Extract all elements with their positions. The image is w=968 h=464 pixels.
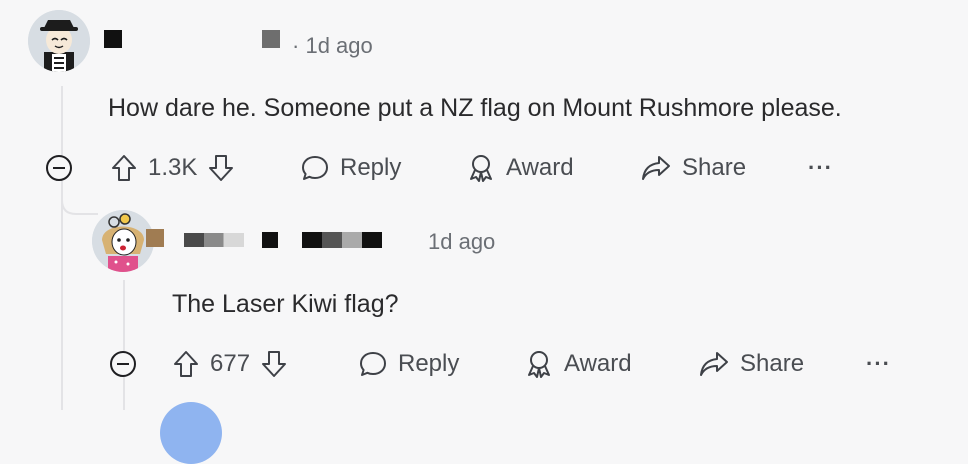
comment-body: The Laser Kiwi flag? [172, 290, 399, 318]
reply-label: Reply [398, 350, 460, 377]
vote-group: 1.3K [110, 152, 235, 184]
vote-count: 1.3K [148, 154, 198, 181]
timestamp: · 1d ago [292, 33, 373, 58]
share-label: Share [682, 154, 747, 181]
share-arrow-icon [698, 349, 730, 379]
more-dots-icon[interactable]: ··· [808, 155, 833, 181]
reply-button[interactable]: Reply [358, 348, 459, 380]
share-label: Share [740, 350, 805, 377]
redacted-flair [302, 232, 382, 248]
thread-connector [61, 190, 98, 215]
redacted-flair [262, 30, 280, 48]
award-button[interactable]: Award [466, 152, 574, 184]
comment-body: How dare he. Someone put a NZ flag on Mo… [108, 94, 842, 122]
redacted-username [184, 233, 244, 247]
downvote-arrow-icon[interactable] [207, 153, 235, 183]
thread-line-main [61, 86, 63, 410]
award-label: Award [564, 350, 632, 377]
share-arrow-icon [640, 153, 672, 183]
award-label: Award [506, 154, 574, 181]
vote-group: 677 [172, 348, 288, 380]
redacted-username [104, 30, 122, 48]
award-button[interactable]: Award [524, 348, 632, 380]
reply-label: Reply [340, 154, 402, 181]
timestamp: 1d ago [428, 229, 496, 254]
redacted-username [146, 229, 164, 247]
share-button[interactable]: Share [640, 152, 746, 184]
upvote-arrow-icon[interactable] [172, 349, 200, 379]
thread-line-reply [123, 280, 125, 410]
avatar[interactable] [160, 402, 222, 464]
more-dots-icon[interactable]: ··· [866, 351, 891, 377]
downvote-arrow-icon[interactable] [260, 349, 288, 379]
collapse-button[interactable] [46, 155, 72, 181]
avatar[interactable] [28, 10, 90, 72]
vote-count: 677 [210, 350, 251, 377]
avatar[interactable] [92, 210, 154, 272]
award-icon [466, 153, 496, 183]
collapse-button[interactable] [110, 351, 136, 377]
share-button[interactable]: Share [698, 348, 804, 380]
reply-button[interactable]: Reply [300, 152, 401, 184]
reply-bubble-icon [358, 349, 388, 379]
reply-bubble-icon [300, 153, 330, 183]
upvote-arrow-icon[interactable] [110, 153, 138, 183]
award-icon [524, 349, 554, 379]
separator-dot: · [292, 33, 306, 58]
redacted-username [262, 232, 278, 248]
